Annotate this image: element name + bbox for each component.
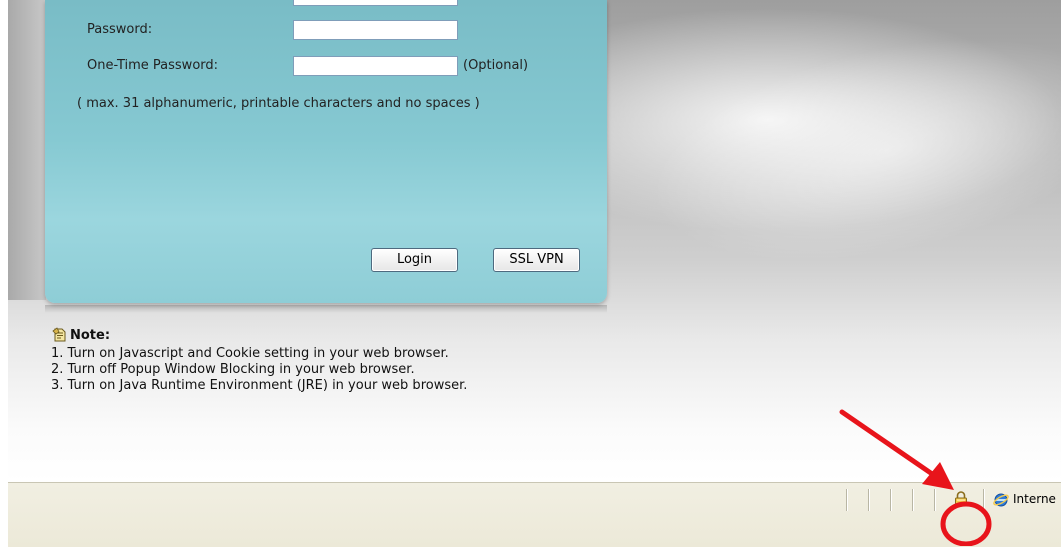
status-divider <box>846 489 847 511</box>
note-icon <box>52 327 66 342</box>
username-field[interactable] <box>293 0 458 6</box>
padlock-icon[interactable] <box>954 491 968 507</box>
status-divider <box>912 489 913 511</box>
status-divider <box>890 489 891 511</box>
panel-shadow <box>45 305 607 313</box>
status-bar <box>8 482 1061 547</box>
login-button[interactable]: Login <box>371 248 458 272</box>
left-frame-edge <box>8 0 46 300</box>
password-hint: ( max. 31 alphanumeric, printable charac… <box>77 96 480 111</box>
otp-optional-label: (Optional) <box>463 58 529 73</box>
internet-explorer-icon <box>993 493 1009 507</box>
background-sheen <box>610 0 1061 312</box>
password-field[interactable] <box>293 20 458 40</box>
status-divider <box>868 489 869 511</box>
otp-field[interactable] <box>293 56 458 76</box>
password-label: Password: <box>87 22 153 37</box>
status-divider <box>983 489 984 511</box>
otp-label: One-Time Password: <box>87 58 219 73</box>
note-item: 2. Turn off Popup Window Blocking in you… <box>51 362 415 377</box>
status-divider <box>934 489 935 511</box>
ssl-vpn-button[interactable]: SSL VPN <box>493 248 580 272</box>
note-item: 1. Turn on Javascript and Cookie setting… <box>51 346 449 361</box>
note-title: Note: <box>70 328 111 343</box>
security-zone-label: Interne <box>1013 492 1056 506</box>
note-item: 3. Turn on Java Runtime Environment (JRE… <box>51 378 468 393</box>
